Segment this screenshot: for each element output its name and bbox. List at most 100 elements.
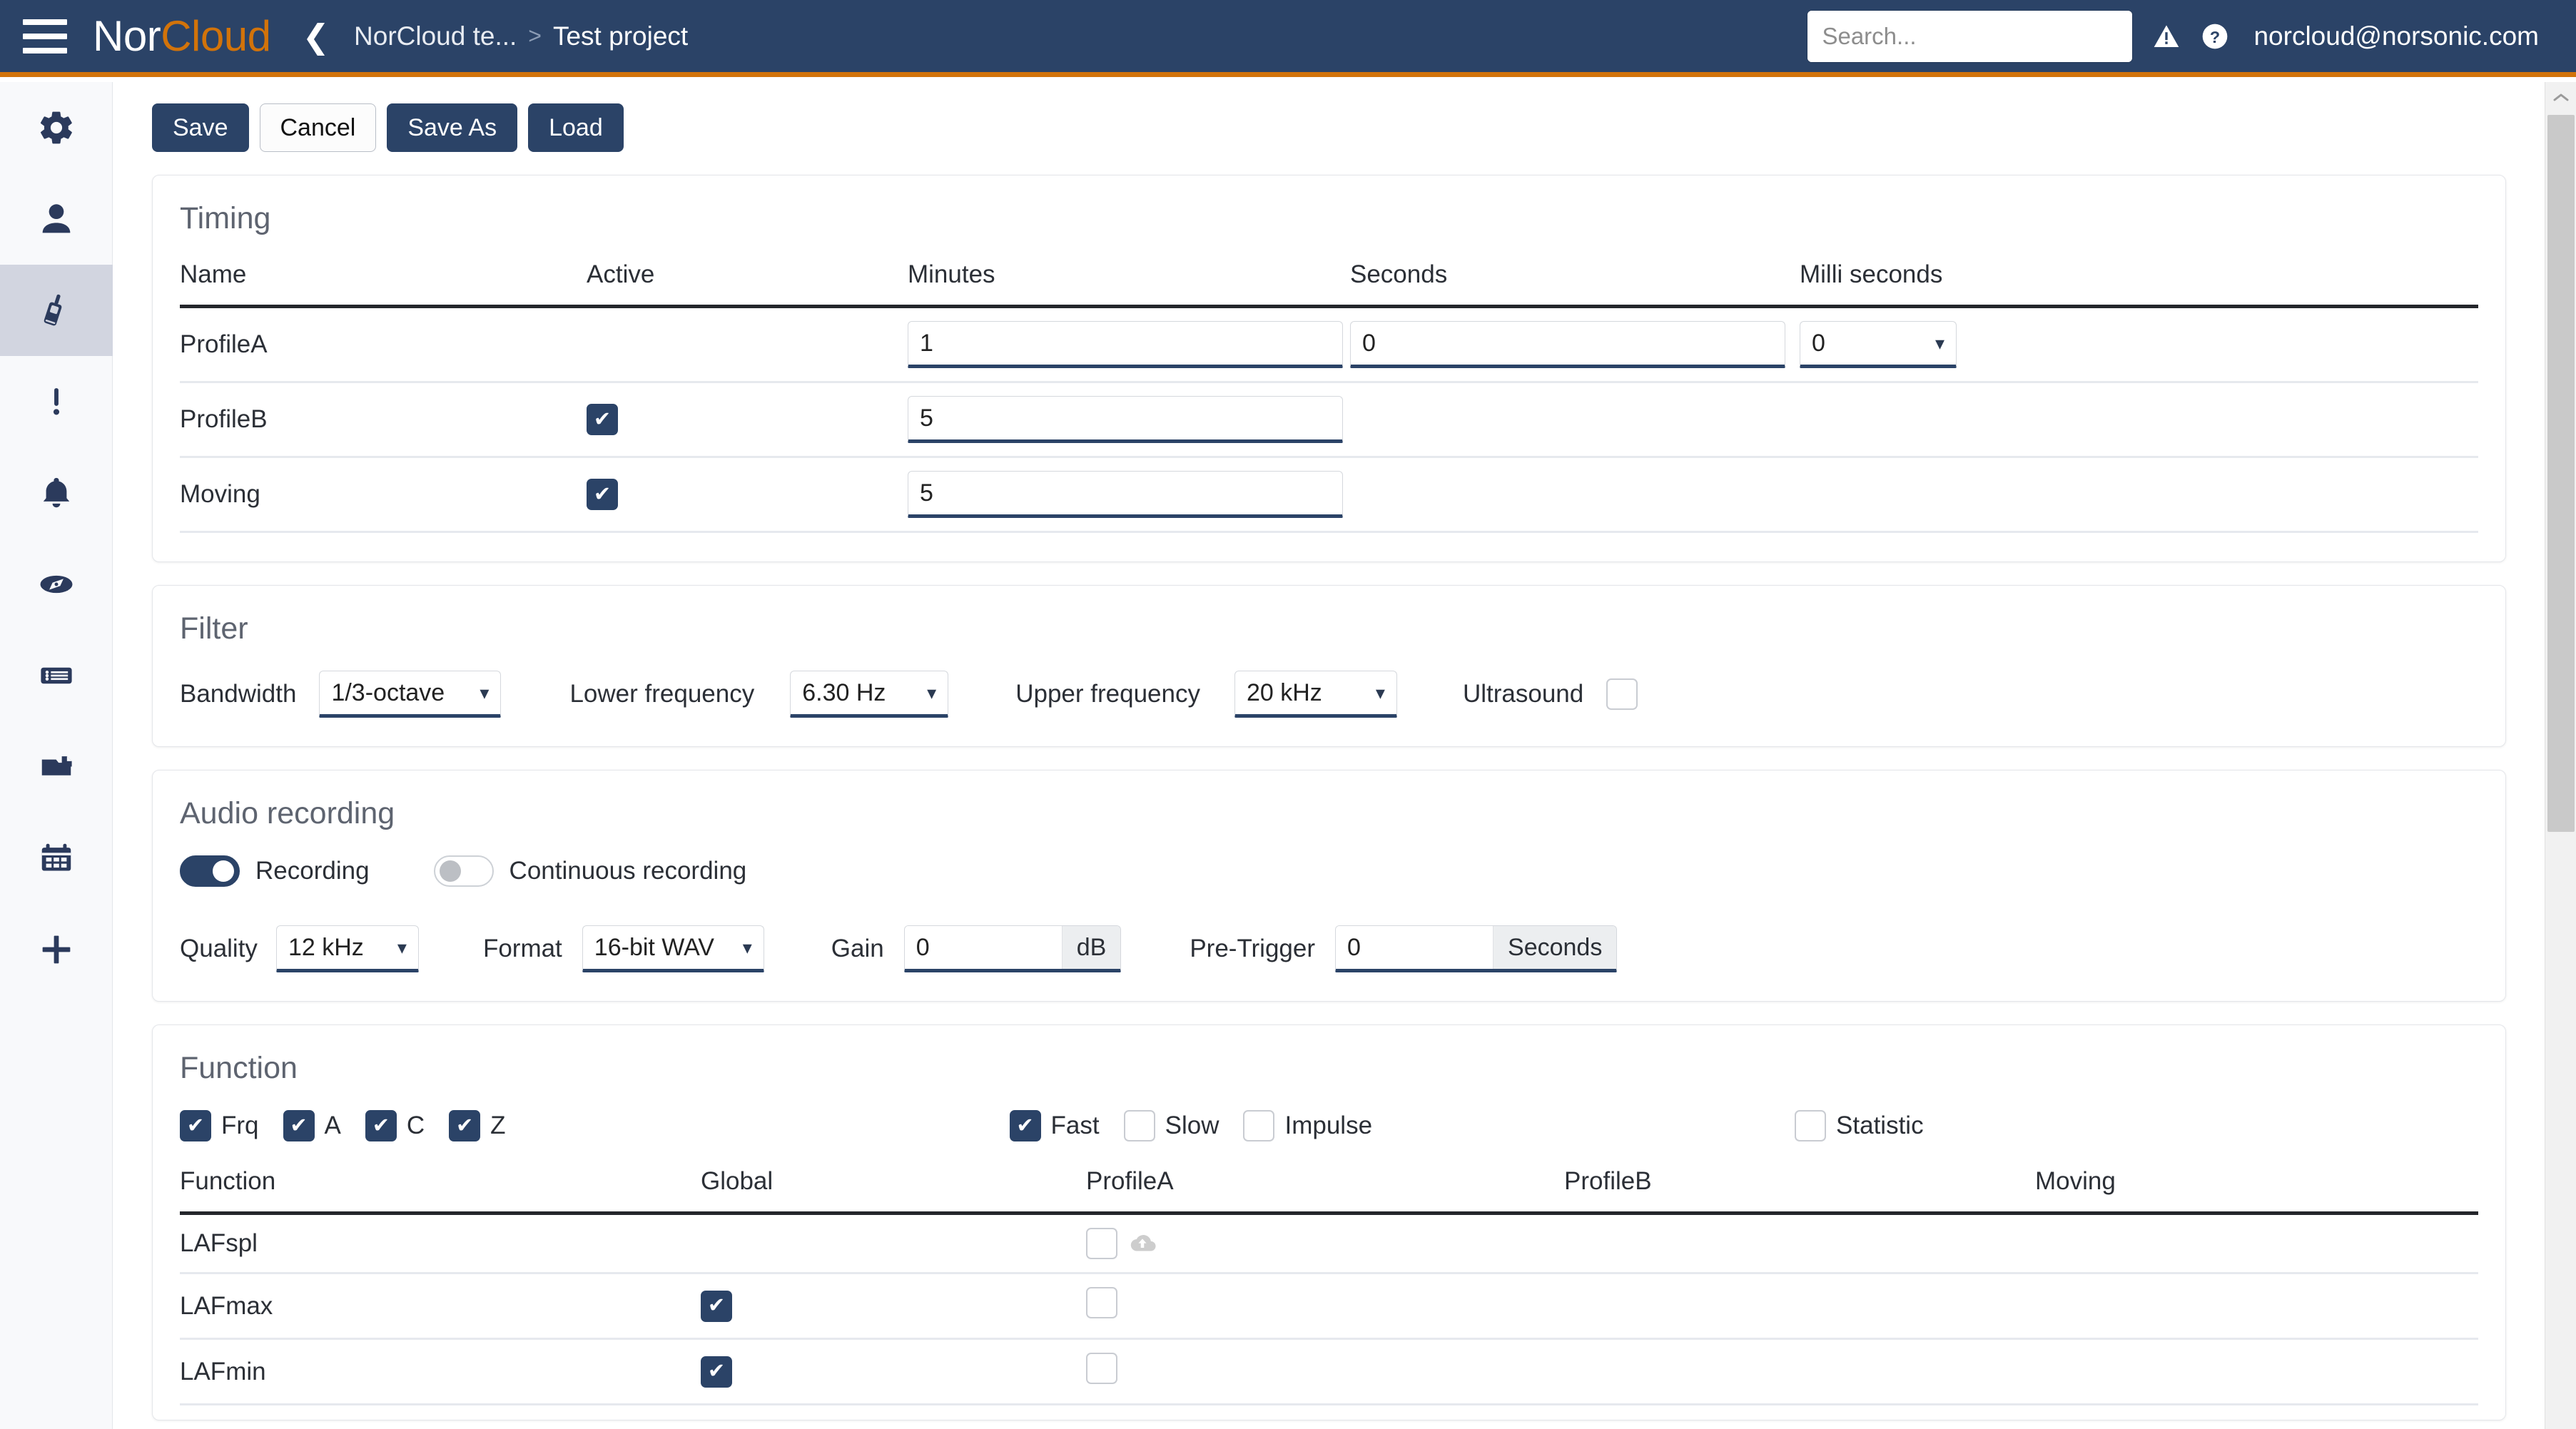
- timing-active-checkbox[interactable]: [587, 479, 618, 511]
- save-as-button[interactable]: Save As: [387, 103, 518, 153]
- breadcrumb-parent[interactable]: NorCloud te...: [354, 21, 517, 51]
- chevron-down-icon: ▾: [742, 937, 752, 959]
- timing-milliseconds-select[interactable]: 0 ▾: [1800, 321, 1957, 369]
- timeconstant-fast-checkbox[interactable]: [1009, 1110, 1041, 1142]
- timing-row-seconds-cell: [1350, 382, 1800, 457]
- function-profilea-cell: [1086, 1273, 1564, 1339]
- timing-col-milliseconds: Milli seconds: [1800, 260, 1943, 289]
- weighting-z[interactable]: Z: [449, 1110, 506, 1142]
- sidebar-item-add[interactable]: [0, 904, 113, 995]
- timing-active-checkbox[interactable]: [587, 404, 618, 436]
- function-profileb-cell: [1564, 1339, 2035, 1405]
- cancel-button[interactable]: Cancel: [259, 103, 377, 153]
- weighting-a[interactable]: A: [283, 1110, 341, 1142]
- weighting-z-checkbox[interactable]: [449, 1110, 481, 1142]
- back-button-chevron-left-icon[interactable]: ❮: [302, 15, 330, 58]
- statistic-option[interactable]: Statistic: [1795, 1110, 1924, 1142]
- timeconstant-fast[interactable]: Fast: [1009, 1110, 1100, 1142]
- weighting-z-label: Z: [490, 1112, 506, 1140]
- ultrasound-checkbox[interactable]: [1606, 678, 1638, 711]
- timing-row-name: ProfileA: [180, 330, 268, 359]
- weighting-frq[interactable]: Frq: [180, 1110, 259, 1142]
- timeconstant-impulse-checkbox[interactable]: [1243, 1110, 1275, 1142]
- header-actions: ? norcloud@norsonic.com: [1807, 10, 2576, 62]
- sound-level-meter-icon: [44, 294, 62, 326]
- function-profilea-checkbox[interactable]: [1086, 1287, 1117, 1319]
- weighting-c-checkbox[interactable]: [365, 1110, 397, 1142]
- function-moving-cell: [2035, 1339, 2478, 1405]
- function-title: Function: [180, 1051, 298, 1086]
- bandwidth-label: Bandwidth: [180, 680, 297, 708]
- filter-title: Filter: [180, 611, 248, 646]
- sidebar-item-instrument[interactable]: [0, 265, 113, 356]
- exclamation-icon: [53, 388, 60, 415]
- sidebar-item-settings[interactable]: [0, 82, 113, 173]
- sidebar-item-lists[interactable]: [0, 630, 113, 721]
- table-row: ProfileA 0 ▾: [180, 307, 2478, 382]
- scrollbar-up-button[interactable]: [2545, 82, 2576, 113]
- function-col-moving: Moving: [2035, 1167, 2116, 1196]
- timeconstant-slow-checkbox[interactable]: [1123, 1110, 1155, 1142]
- sidebar-item-notifications[interactable]: [0, 447, 113, 539]
- timing-col-seconds: Seconds: [1350, 260, 1448, 289]
- statistic-checkbox[interactable]: [1795, 1110, 1827, 1142]
- function-global-checkbox[interactable]: [701, 1290, 732, 1322]
- app-logo[interactable]: NorCloud: [93, 11, 271, 61]
- scrollbar-thumb[interactable]: [2547, 115, 2575, 832]
- function-global-checkbox[interactable]: [701, 1356, 732, 1388]
- recording-label: Recording: [255, 857, 370, 885]
- sidebar-item-calendar[interactable]: [0, 813, 113, 904]
- bandwidth-select[interactable]: 1/3-octave ▾: [319, 671, 502, 718]
- timeconstant-slow-label: Slow: [1165, 1112, 1219, 1140]
- sidebar-item-alerts[interactable]: [0, 356, 113, 447]
- weighting-a-checkbox[interactable]: [283, 1110, 315, 1142]
- timing-row-seconds-cell: [1350, 457, 1800, 532]
- recording-toggle[interactable]: [180, 855, 240, 888]
- table-row: LAFmin: [180, 1339, 2478, 1405]
- sidebar-item-user[interactable]: [0, 173, 113, 265]
- timeconstant-impulse[interactable]: Impulse: [1243, 1110, 1372, 1142]
- page-scrollbar[interactable]: [2545, 82, 2576, 1429]
- timeconstant-slow[interactable]: Slow: [1123, 1110, 1219, 1142]
- help-icon[interactable]: ?: [2201, 22, 2229, 51]
- pretrigger-unit: Seconds: [1493, 926, 1617, 970]
- search-input[interactable]: [1807, 10, 2133, 62]
- function-global-cell: [701, 1339, 1086, 1405]
- format-value: 16-bit WAV: [594, 933, 714, 961]
- gear-icon: [40, 111, 72, 144]
- pretrigger-input[interactable]: [1336, 926, 1494, 970]
- function-row-name: LAFmin: [180, 1357, 266, 1385]
- save-button[interactable]: Save: [152, 103, 249, 153]
- function-profileb-cell: [1564, 1214, 2035, 1273]
- timing-row-ms-cell: [1800, 382, 2478, 457]
- hamburger-menu-icon[interactable]: [23, 19, 67, 54]
- quality-select[interactable]: 12 kHz ▾: [275, 925, 419, 973]
- chevron-up-icon: [2553, 93, 2568, 101]
- function-col-profileb: ProfileB: [1564, 1167, 1652, 1196]
- timing-minutes-input[interactable]: [908, 321, 1343, 369]
- gain-input[interactable]: [904, 926, 1062, 970]
- breadcrumb-current[interactable]: Test project: [553, 21, 688, 51]
- user-email[interactable]: norcloud@norsonic.com: [2253, 21, 2539, 51]
- timing-minutes-input[interactable]: [908, 396, 1343, 444]
- upper-frequency-select[interactable]: 20 kHz ▾: [1234, 671, 1397, 718]
- function-global-cell: [701, 1273, 1086, 1339]
- timing-seconds-input[interactable]: [1350, 321, 1785, 369]
- function-moving-cell: [2035, 1273, 2478, 1339]
- warning-icon[interactable]: [2152, 22, 2181, 51]
- format-label: Format: [482, 935, 562, 963]
- load-button[interactable]: Load: [528, 103, 624, 153]
- weighting-c[interactable]: C: [365, 1110, 425, 1142]
- weighting-frq-checkbox[interactable]: [180, 1110, 211, 1142]
- filter-controls-row: Bandwidth 1/3-octave ▾ Lower frequency 6…: [180, 671, 2478, 718]
- file-icon: [41, 756, 72, 775]
- function-profilea-checkbox[interactable]: [1086, 1228, 1117, 1260]
- sidebar-item-documents[interactable]: [0, 721, 113, 813]
- lower-frequency-select[interactable]: 6.30 Hz ▾: [790, 671, 949, 718]
- continuous-recording-toggle[interactable]: [433, 855, 494, 888]
- timing-row-minutes-cell: [908, 382, 1350, 457]
- format-select[interactable]: 16-bit WAV ▾: [582, 925, 764, 973]
- timing-minutes-input[interactable]: [908, 471, 1343, 519]
- function-profilea-checkbox[interactable]: [1086, 1353, 1117, 1385]
- sidebar-item-explore[interactable]: [0, 539, 113, 630]
